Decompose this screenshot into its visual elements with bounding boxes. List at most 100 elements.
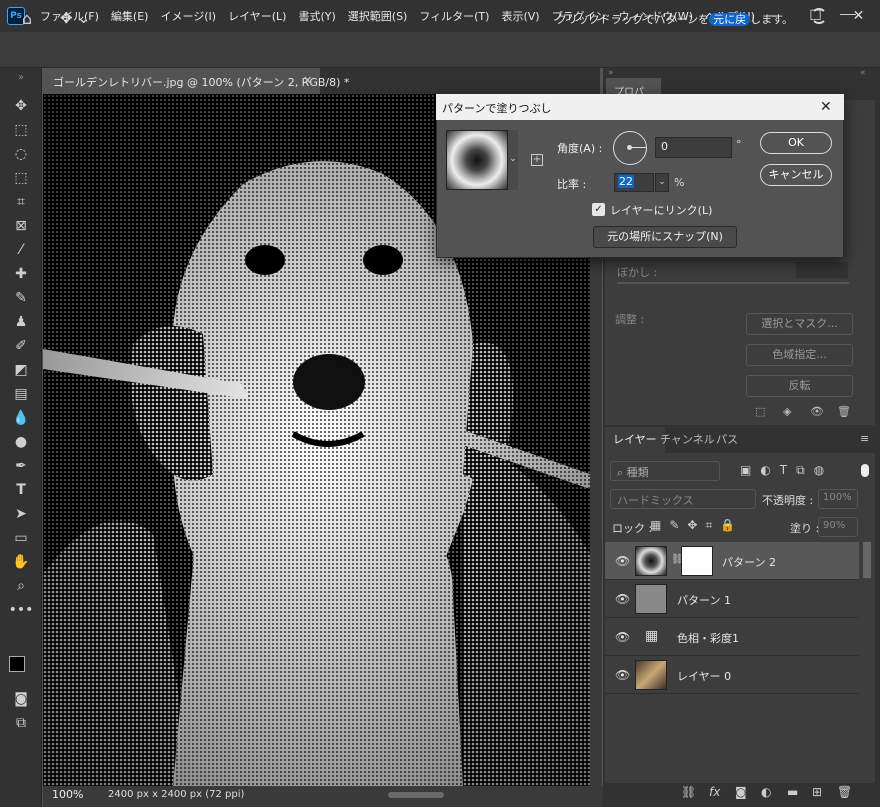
layer-filter-icons[interactable]: ▣◐T⧉◍ [740,463,833,478]
new-preset-icon[interactable]: + [531,154,543,166]
angle-input[interactable]: 0 [655,137,732,158]
visibility-icon[interactable]: 👁 [810,405,824,418]
document-size-info[interactable]: 2400 px x 2400 px (72 ppi) [108,789,244,800]
load-selection-icon[interactable]: ⬚ [755,405,765,418]
marquee-tool-icon[interactable]: ⬚ [0,119,42,141]
expand-panels-icon[interactable]: » [608,68,614,78]
collapse-toolbar-icon[interactable]: » [0,72,42,83]
link-layers-icon[interactable]: ⛓ [681,785,696,799]
delete-mask-icon[interactable]: 🗑 [837,405,851,418]
blur-input[interactable] [796,262,848,278]
new-group-icon[interactable]: ▬ [787,785,798,799]
home-icon[interactable]: ⌂ [18,9,36,28]
path-select-tool-icon[interactable]: ➤ [0,503,42,525]
layer-thumbnail [635,584,667,614]
menu-image[interactable]: イメージ(I) [154,8,222,24]
layer-row-layer-0[interactable]: 👁 レイヤー 0 [605,656,859,694]
blend-mode-select[interactable]: ハードミックス [610,489,756,509]
healing-brush-tool-icon[interactable]: ✚ [0,263,42,285]
horizontal-scrollbar-thumb[interactable] [388,792,444,798]
dialog-close-icon[interactable]: ✕ [820,99,832,115]
crop-tool-icon[interactable]: ⌗ [0,191,42,213]
menu-view[interactable]: 表示(V) [495,8,545,24]
menu-layer[interactable]: レイヤー(L) [222,8,292,24]
menu-type[interactable]: 書式(Y) [292,8,341,24]
move-tool-icon[interactable]: ✥ [0,95,42,117]
new-layer-icon[interactable]: ⊞ [812,785,822,799]
delete-layer-icon[interactable]: 🗑 [837,785,852,799]
close-tab-icon[interactable]: ✕ [303,74,312,87]
object-select-tool-icon[interactable]: ⬚ [0,167,42,189]
stamp-tool-icon[interactable]: ♟ [0,311,42,333]
layer-row-pattern-1[interactable]: 👁 パターン 1 [605,580,859,618]
link-with-layer-checkbox[interactable]: ✓ [592,203,605,216]
hand-tool-icon[interactable]: ✋ [0,551,42,573]
angle-label: 角度(A) : [557,142,603,155]
angle-dial-center [627,145,632,150]
fill-input[interactable]: 90% [818,517,858,537]
adjust-label: 調整 : [615,313,645,326]
menu-select[interactable]: 選択範囲(S) [342,8,414,24]
rectangle-tool-icon[interactable]: ▭ [0,527,42,549]
tab-paths[interactable]: パス [708,427,746,453]
close-icon[interactable]: ✕ [837,0,880,32]
layer-mask-thumbnail[interactable] [681,546,713,576]
add-mask-icon[interactable]: ◙ [735,785,747,799]
lock-icons[interactable]: ▦✎✥⌗🔒 [650,518,743,533]
zoom-level[interactable]: 100% [52,788,83,801]
eyedropper-tool-icon[interactable]: ⁄ [0,239,42,261]
select-and-mask-button[interactable]: 選択とマスク... [746,313,853,335]
scale-input[interactable]: 22 [614,173,654,192]
layer-row-pattern-2[interactable]: 👁 ⛓ パターン 2 [605,542,859,580]
document-tab[interactable]: ゴールデンレトリバー.jpg @ 100% (パターン 2, RGB/8) * [43,68,349,94]
layers-menu-icon[interactable]: ≡ [860,432,869,445]
visibility-eye-icon[interactable]: 👁 [615,630,630,644]
layer-name: レイヤー 0 [677,670,732,683]
fx-icon[interactable]: fx [709,785,720,799]
frame-tool-icon[interactable]: ⊠ [0,215,42,237]
link-with-layer-label[interactable]: レイヤーにリンク(L) [610,202,712,218]
dodge-tool-icon[interactable]: ● [0,431,42,453]
layer-row-hue-saturation[interactable]: 👁 ▦ 色相・彩度1 [605,618,859,656]
eraser-tool-icon[interactable]: ◩ [0,359,42,381]
layer-filter-input[interactable]: ⌕ 種類 [610,461,720,481]
ok-button[interactable]: OK [760,132,832,154]
fill-label: 塗り : [790,522,820,535]
brush-tool-icon[interactable]: ✎ [0,287,42,309]
filter-toggle-icon[interactable] [861,464,869,477]
foreground-color-swatch[interactable] [9,656,25,672]
blur-label: ぼかし : [617,266,658,279]
layer-name: 色相・彩度1 [677,632,739,645]
quick-mask-icon[interactable]: ◙ [0,688,42,710]
history-brush-tool-icon[interactable]: ✐ [0,335,42,357]
color-range-button[interactable]: 色域指定... [746,344,853,366]
type-tool-icon[interactable]: T [0,479,42,501]
adjustment-layer-icon[interactable]: ◐ [761,785,771,799]
visibility-eye-icon[interactable]: 👁 [615,592,630,606]
pen-tool-icon[interactable]: ✒ [0,455,42,477]
snap-to-origin-button[interactable]: 元の場所にスナップ(N) [593,226,737,248]
pattern-swatch[interactable] [446,130,508,190]
screen-mode-icon[interactable]: ⧉ [0,712,42,734]
layer-thumbnail [635,546,667,576]
scale-dropdown-icon[interactable]: ⌄ [655,173,669,192]
lasso-tool-icon[interactable]: ◌ [0,143,42,165]
gradient-tool-icon[interactable]: ▤ [0,383,42,405]
apply-mask-icon[interactable]: ◈ [783,405,791,418]
menu-filter[interactable]: フィルター(T) [413,8,495,24]
visibility-eye-icon[interactable]: 👁 [615,668,630,682]
visibility-eye-icon[interactable]: 👁 [615,554,630,568]
pattern-dropdown-icon[interactable]: ⌄ [508,130,518,190]
cancel-button[interactable]: キャンセル [760,164,832,186]
collapse-panels-icon[interactable]: « [860,68,866,78]
opacity-input[interactable]: 100% [818,489,858,509]
move-tool-preset-icon[interactable]: ✥ ⌄ [60,9,90,27]
menu-edit[interactable]: 編集(E) [105,8,155,24]
more-tools-icon[interactable]: ••• [0,599,42,621]
blur-tool-icon[interactable]: 💧 [0,407,42,429]
blur-slider[interactable] [617,282,849,284]
invert-button[interactable]: 反転 [746,375,853,397]
layers-scrollbar[interactable] [863,542,871,578]
zoom-tool-icon[interactable]: ⌕ [0,575,42,597]
scale-label: 比率 : [557,178,587,191]
